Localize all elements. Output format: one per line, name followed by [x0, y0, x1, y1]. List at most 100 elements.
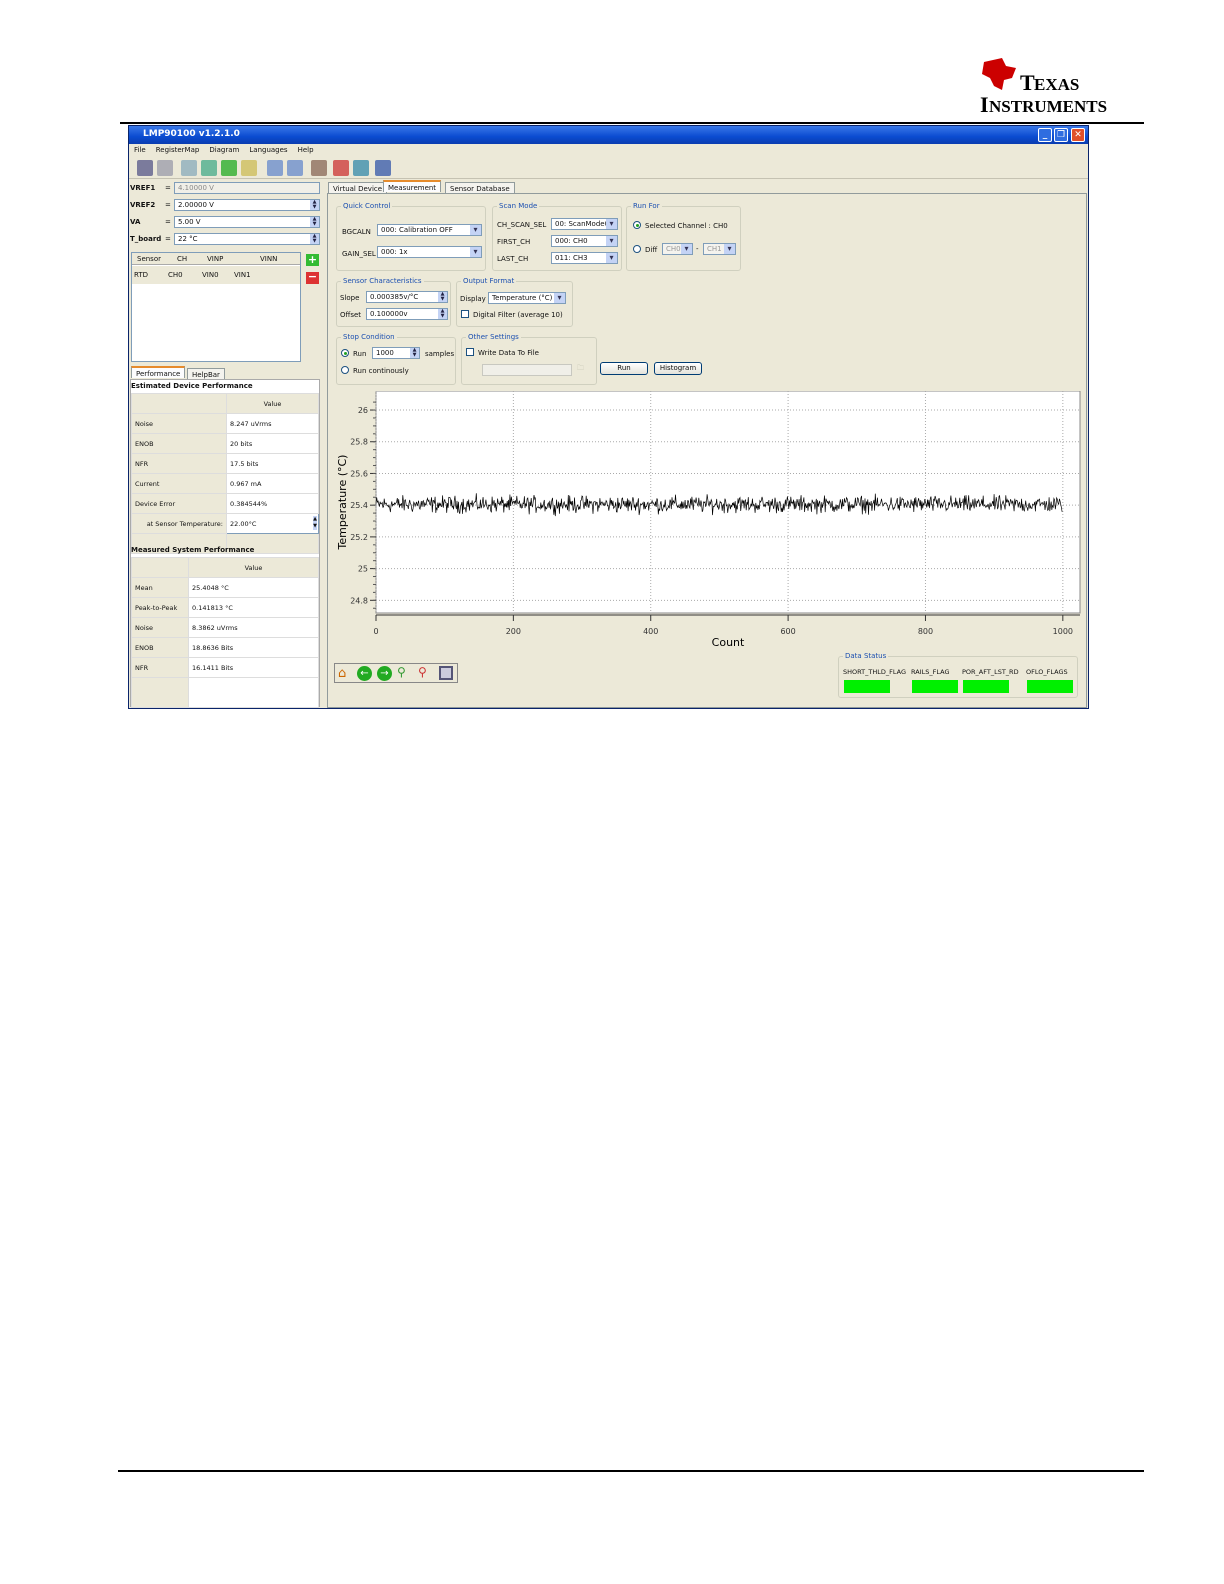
scan-select[interactable]: 00: ScanMode0 [551, 218, 618, 230]
y-tick-label: 26 [358, 406, 368, 415]
group-title: Output Format [461, 277, 517, 285]
zoom-out-icon[interactable]: ⚲ [418, 665, 427, 679]
table-row: NFR 17.5 bits [131, 453, 319, 474]
menu-languages[interactable]: Languages [249, 146, 287, 154]
write-file-checkbox[interactable] [466, 348, 474, 356]
col-header: CH [177, 255, 188, 263]
settings-icon[interactable] [311, 160, 327, 176]
minimize-button[interactable]: _ [1038, 128, 1052, 142]
equals: = [165, 201, 171, 209]
diff-a-value: CH0 [666, 245, 681, 253]
va-field[interactable]: 5.00 V ▲ ▼ [174, 216, 320, 228]
sensor-temp-value: 22.00°C [230, 519, 257, 528]
group-title: Stop Condition [341, 333, 397, 341]
spinner-icon[interactable]: ▲ ▼ [438, 309, 447, 319]
y-tick-label: 25.6 [350, 469, 368, 478]
sensor-temp-field[interactable]: 22.00°C ▲ ▼ [226, 513, 319, 534]
table-row: NFR 16.1411 Bits [131, 657, 319, 678]
diff-b-value: CH1 [707, 245, 722, 253]
spinner-icon[interactable]: ▲ ▼ [310, 234, 319, 244]
first-ch-select[interactable]: 000: CH0 [551, 235, 618, 247]
metric-label: ENOB [131, 637, 189, 658]
home-icon[interactable]: ⌂ [338, 666, 346, 681]
data-status-group: Data Status SHORT_THLD_FLAG RAILS_FLAG P… [838, 652, 1078, 698]
copy-icon[interactable] [181, 160, 197, 176]
last-ch-label: LAST_CH [497, 255, 529, 263]
zoom-in-icon[interactable]: ⚲ [397, 665, 406, 679]
run-continuously-label: Run continously [353, 367, 409, 375]
group-title: Data Status [843, 652, 889, 660]
menu-diagram[interactable]: Diagram [209, 146, 239, 154]
cell: VIN1 [234, 271, 251, 279]
tab-label: Virtual Device [333, 185, 383, 193]
edit-icon[interactable] [157, 160, 173, 176]
bgcaln-select[interactable]: 000: Calibration OFF [377, 224, 482, 236]
zoom-out-icon[interactable] [287, 160, 303, 176]
last-ch-select[interactable]: 011: CH3 [551, 252, 618, 264]
diff-radio[interactable] [633, 245, 641, 253]
spinner-icon[interactable]: ▲ ▼ [410, 348, 419, 358]
y-tick-label: 25 [358, 565, 368, 574]
table-row: Current 0.967 mA [131, 473, 319, 494]
run-samples-radio[interactable] [341, 349, 349, 357]
tab-measurement[interactable]: Measurement [383, 180, 442, 192]
samples-label: samples [425, 350, 455, 358]
back-icon[interactable]: ← [357, 666, 372, 681]
spinner-icon[interactable]: ▲ ▼ [438, 292, 447, 302]
pdf-icon[interactable] [333, 160, 349, 176]
spinner-icon[interactable]: ▲ ▼ [310, 217, 319, 227]
stop-condition-group: Stop Condition Run 1000 ▲ ▼ samples Run co… [336, 333, 456, 385]
display-select[interactable]: Temperature (°C) [488, 292, 566, 304]
short-thld-flag-indicator [844, 680, 890, 693]
histogram-button[interactable]: Histogram [654, 362, 702, 375]
digital-filter-checkbox[interactable] [461, 310, 469, 318]
forward-icon[interactable]: → [377, 666, 392, 681]
samples-field[interactable]: 1000 ▲ ▼ [372, 347, 420, 359]
footer-rule [118, 1470, 1144, 1472]
slope-field[interactable]: 0.000385v/°C ▲ ▼ [366, 291, 448, 303]
selected-channel-radio[interactable] [633, 221, 641, 229]
run-button[interactable]: Run [600, 362, 648, 375]
add-sensor-button[interactable]: + [306, 254, 319, 266]
help-icon[interactable] [375, 160, 391, 176]
vref2-field[interactable]: 2.00000 V ▲ ▼ [174, 199, 320, 211]
table-row: Noise 8.247 uVrms [131, 413, 319, 434]
maximize-button[interactable]: ❐ [1054, 128, 1068, 142]
gain-select[interactable]: 000: 1x [377, 246, 482, 258]
zoom-in-icon[interactable] [267, 160, 283, 176]
diff-label: Diff [645, 246, 658, 254]
metric-label: Noise [131, 617, 189, 638]
bgcaln-label: BGCALN [342, 228, 371, 236]
refresh-icon[interactable] [221, 160, 237, 176]
menu-file[interactable]: File [134, 146, 146, 154]
spinner-icon[interactable]: ▲ ▼ [310, 200, 319, 210]
tboard-field[interactable]: 22 °C ▲ ▼ [174, 233, 320, 245]
header-cell [131, 557, 189, 578]
metric-label: Device Error [131, 493, 227, 514]
network-icon[interactable] [353, 160, 369, 176]
spinner-icon[interactable]: ▲ ▼ [313, 516, 317, 530]
run-continuously-radio[interactable] [341, 366, 349, 374]
scan-mode-group: Scan Mode CH_SCAN_SEL 00: ScanMode0 FIRS… [492, 202, 622, 271]
svg-text:EXAS: EXAS [1034, 75, 1079, 94]
table-row[interactable]: RTD CH0 VIN0 VIN1 [132, 266, 300, 284]
offset-field[interactable]: 0.100000v ▲ ▼ [366, 308, 448, 320]
va-label: VA [130, 218, 141, 226]
tab-performance[interactable]: Performance [131, 366, 186, 378]
selected-channel-label: Selected Channel : CH0 [645, 222, 728, 230]
menu-bar: File RegisterMap Diagram Languages Help [129, 144, 1088, 157]
write-file-label: Write Data To File [478, 349, 539, 357]
remove-sensor-button[interactable]: − [306, 271, 319, 284]
offset-label: Offset [340, 311, 362, 319]
load-icon[interactable] [241, 160, 257, 176]
save-icon[interactable] [137, 160, 153, 176]
menu-help[interactable]: Help [298, 146, 314, 154]
gain-value: 000: 1x [381, 248, 408, 256]
menu-registermap[interactable]: RegisterMap [156, 146, 200, 154]
metric-label: ENOB [131, 433, 227, 454]
close-button[interactable]: ✕ [1071, 128, 1085, 142]
export-icon[interactable] [201, 160, 217, 176]
tboard-value: 22 °C [178, 235, 198, 243]
vref1-label: VREF1 [130, 184, 156, 192]
save-icon[interactable] [439, 666, 453, 680]
